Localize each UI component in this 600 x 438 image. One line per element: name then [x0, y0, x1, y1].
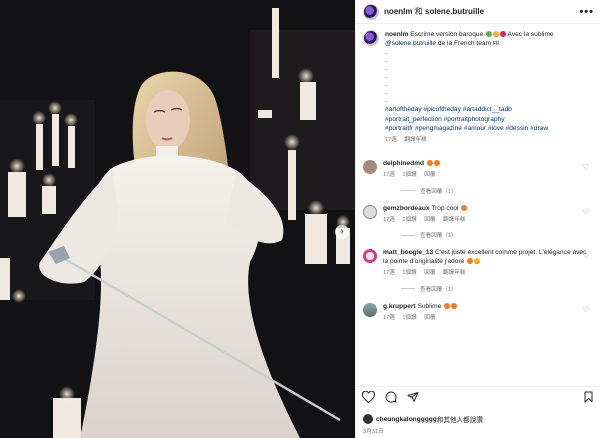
post-side-panel: noenlm 和 solene.butruille ••• noenlm Esc…: [355, 0, 600, 438]
likes-summary[interactable]: cheungkalonggggg 和其他人都說讚: [363, 414, 483, 424]
liker-username[interactable]: cheungkalonggggg: [376, 416, 437, 423]
comment-reply-button[interactable]: 回覆: [424, 172, 435, 178]
heart-eyes-emoji-icon: [461, 204, 468, 211]
heart-eyes-emoji-icon: [433, 160, 440, 167]
hashtags-line-3[interactable]: #portraitfr #pengmagazine #amour #love #…: [385, 124, 593, 133]
author-username[interactable]: noenlm: [384, 7, 412, 16]
comment-reply-button[interactable]: 回覆: [424, 217, 435, 223]
comment-likes[interactable]: 1個讚: [402, 172, 416, 178]
view-replies-link[interactable]: 查看回覆（1）: [401, 187, 593, 195]
share-icon[interactable]: [407, 391, 419, 403]
caption-text-1: Escrime version baroque: [410, 31, 484, 38]
comment-time: 17週: [383, 270, 395, 277]
comment-text: Trop cool: [431, 204, 459, 212]
view-replies-link[interactable]: 查看回覆（1）: [401, 285, 593, 293]
clap-emoji-icon: [474, 258, 481, 265]
flag-label: FR: [492, 41, 500, 48]
likes-rest: 和其他人都說讚: [436, 417, 483, 424]
hashtags-line-1[interactable]: #artoftheday #picoftheday #artaddict__ta…: [385, 105, 593, 114]
comment-like-heart-icon[interactable]: ♡: [583, 208, 589, 216]
comment-icon[interactable]: [385, 391, 397, 403]
comment-item: gemzbordeaux Trop cool 17週 1個讚 回覆 翻譯年糕 ♡: [363, 204, 593, 225]
heart-eyes-emoji-icon: [426, 160, 433, 167]
comment-reply-button[interactable]: 回覆: [424, 270, 435, 276]
comment-username[interactable]: delphinedmd: [383, 160, 424, 167]
post-photo[interactable]: ›: [0, 0, 355, 438]
caption-mention[interactable]: @solene.butruille: [385, 40, 436, 47]
comments-list[interactable]: noenlm Escrime version baroque Avec la s…: [356, 30, 600, 382]
action-bar: [356, 386, 600, 407]
comment-username[interactable]: g.kruppert: [383, 303, 416, 310]
heart-eyes-emoji-icon: [451, 302, 458, 309]
liker-avatar[interactable]: [363, 414, 373, 424]
heart-eyes-emoji-icon: [444, 302, 451, 309]
post-date: 3月31日: [363, 429, 384, 435]
post-header: noenlm 和 solene.butruille •••: [356, 0, 600, 24]
comment-like-heart-icon[interactable]: ♡: [583, 306, 589, 314]
caption-time: 17週: [385, 137, 397, 144]
heart-emoji-icon: [500, 31, 507, 37]
fire-emoji-icon: [467, 258, 474, 265]
caption-username[interactable]: noenlm: [385, 31, 408, 38]
commenter-avatar[interactable]: [363, 204, 377, 219]
photo-illustration: [0, 0, 355, 438]
comment-time: 17週: [383, 172, 395, 179]
heart-icon[interactable]: [362, 391, 375, 403]
comment-item: delphinedmd 17週 1個讚 回覆 ♡: [363, 159, 593, 180]
commenter-avatar[interactable]: [363, 249, 377, 264]
comment-username[interactable]: matt_boogie_13: [383, 249, 433, 256]
post-caption: noenlm Escrime version baroque Avec la s…: [363, 30, 593, 145]
comment-likes[interactable]: 1個讚: [402, 315, 416, 321]
commenter-avatar[interactable]: [363, 302, 377, 317]
post-modal: › noenlm 和 solene.butruille ••• noenlm E…: [0, 0, 600, 438]
carousel-next-button[interactable]: ›: [335, 225, 349, 239]
comment-item: g.kruppert Sublime 17週 1個讚 回覆 ♡: [363, 302, 593, 323]
comment-time: 17週: [383, 314, 395, 321]
comment-translate-link[interactable]: 翻譯年糕: [443, 217, 465, 223]
caption-text-2: Avec la sublime: [507, 31, 554, 38]
hashtags-line-2[interactable]: #portrait_perfection #portraitphotograph…: [385, 115, 593, 124]
comment-username[interactable]: gemzbordeaux: [383, 205, 430, 212]
comment-like-heart-icon[interactable]: ♡: [583, 163, 589, 171]
comment-likes[interactable]: 1個讚: [402, 270, 416, 276]
bookmark-icon[interactable]: [583, 391, 594, 403]
comment-like-heart-icon[interactable]: ♡: [583, 252, 589, 260]
caption-translate-link[interactable]: 翻譯年糕: [404, 137, 426, 143]
fencing-emoji-icon: [486, 31, 493, 37]
author-joiner: 和: [414, 7, 423, 16]
coauthor-username[interactable]: solene.butruille: [425, 7, 484, 16]
comment-reply-button[interactable]: 回覆: [424, 315, 435, 321]
commenter-avatar[interactable]: [363, 160, 377, 175]
view-replies-link[interactable]: 查看回覆（1）: [401, 231, 593, 239]
comment-time: 17週: [383, 216, 395, 223]
author-avatar[interactable]: [363, 3, 379, 20]
caption-dots: . . . . . . .: [385, 49, 387, 105]
comment-item: matt_boogie_13 C'est juste excellent com…: [363, 248, 593, 279]
more-options-button[interactable]: •••: [579, 6, 594, 18]
post-authors: noenlm 和 solene.butruille: [384, 6, 484, 17]
comment-likes[interactable]: 1個讚: [402, 217, 416, 223]
comment-text: Sublime: [417, 302, 442, 310]
caption-text-3: de la French team: [437, 40, 492, 48]
sparkle-emoji-icon: [493, 31, 500, 37]
comment-translate-link[interactable]: 翻譯年糕: [443, 270, 465, 276]
caption-avatar[interactable]: [363, 30, 379, 46]
